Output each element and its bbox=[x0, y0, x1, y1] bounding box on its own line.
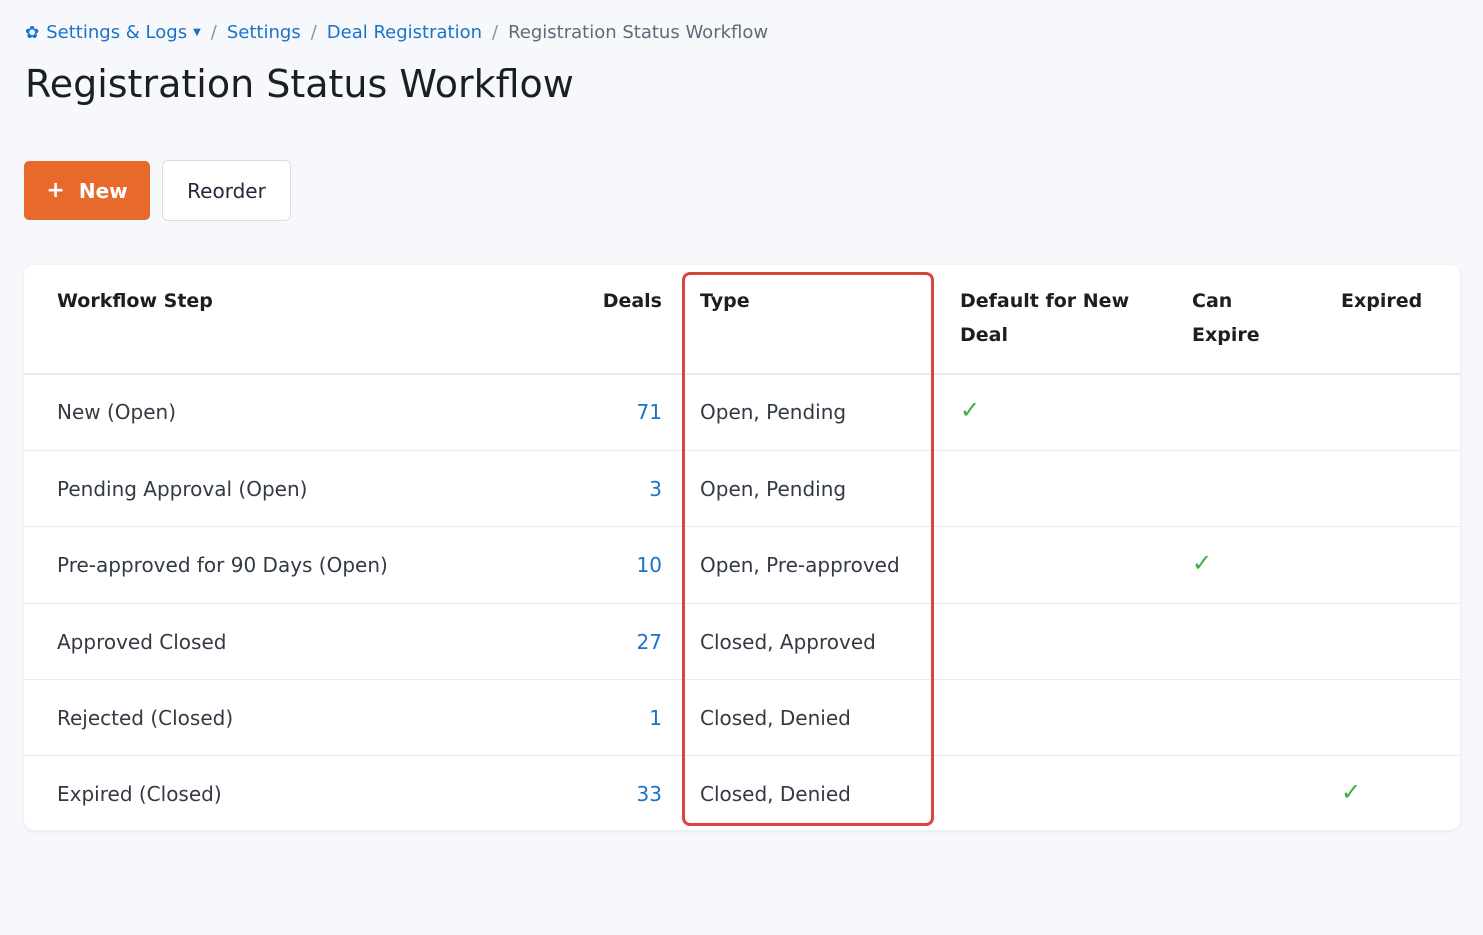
breadcrumb-settings-logs[interactable]: Settings & Logs bbox=[46, 22, 187, 43]
column-header-type[interactable]: Type bbox=[700, 284, 750, 318]
deals-count-link[interactable]: 3 bbox=[649, 477, 662, 501]
status-type: Open, Pending bbox=[700, 400, 847, 424]
check-icon: ✓ bbox=[1341, 778, 1362, 806]
status-type: Closed, Denied bbox=[700, 782, 851, 806]
workflow-step-name[interactable]: Expired (Closed) bbox=[57, 782, 222, 806]
breadcrumb-settings[interactable]: Settings bbox=[227, 22, 301, 43]
column-header-can-expire[interactable]: Can Expire bbox=[1192, 284, 1282, 352]
new-button-label: New bbox=[78, 178, 128, 203]
breadcrumb-current: Registration Status Workflow bbox=[508, 22, 769, 43]
reorder-button[interactable]: Reorder bbox=[162, 160, 291, 221]
workflow-table: Workflow Step Deals Type Default for New… bbox=[24, 265, 1460, 830]
table-row[interactable]: Pending Approval (Open) 3 Open, Pending bbox=[24, 450, 1460, 527]
deals-count-link[interactable]: 1 bbox=[649, 706, 662, 730]
breadcrumb-separator: / bbox=[492, 22, 499, 43]
table-row[interactable]: New (Open) 71 Open, Pending ✓ bbox=[24, 374, 1460, 450]
status-type: Open, Pre-approved bbox=[700, 553, 900, 577]
table-header: Workflow Step Deals Type Default for New… bbox=[24, 265, 1460, 375]
status-type: Closed, Approved bbox=[700, 630, 876, 654]
status-type: Closed, Denied bbox=[700, 706, 851, 730]
workflow-step-name[interactable]: Pending Approval (Open) bbox=[57, 477, 307, 501]
caret-down-icon[interactable]: ▼ bbox=[193, 27, 201, 38]
breadcrumb-separator: / bbox=[310, 22, 317, 43]
table-row[interactable]: Expired (Closed) 33 Closed, Denied ✓ bbox=[24, 755, 1460, 830]
table-row[interactable]: Rejected (Closed) 1 Closed, Denied bbox=[24, 679, 1460, 756]
new-button[interactable]: + New bbox=[24, 161, 150, 220]
workflow-step-name[interactable]: Pre-approved for 90 Days (Open) bbox=[57, 553, 388, 577]
breadcrumb: ✿ Settings & Logs ▼ / Settings / Deal Re… bbox=[25, 22, 768, 43]
deals-count-link[interactable]: 33 bbox=[637, 782, 662, 806]
column-header-deals[interactable]: Deals bbox=[603, 284, 662, 318]
breadcrumb-deal-registration[interactable]: Deal Registration bbox=[327, 22, 482, 43]
table-row[interactable]: Pre-approved for 90 Days (Open) 10 Open, P… bbox=[24, 526, 1460, 603]
deals-count-link[interactable]: 27 bbox=[637, 630, 662, 654]
plus-icon: + bbox=[46, 178, 65, 203]
deals-count-link[interactable]: 71 bbox=[637, 400, 662, 424]
column-header-expired[interactable]: Expired bbox=[1341, 284, 1422, 318]
page-title: Registration Status Workflow bbox=[25, 62, 574, 106]
gear-icon[interactable]: ✿ bbox=[25, 23, 39, 43]
status-type: Open, Pending bbox=[700, 477, 847, 501]
workflow-step-name[interactable]: Rejected (Closed) bbox=[57, 706, 233, 730]
column-header-default-for-new-deal[interactable]: Default for New Deal bbox=[960, 284, 1160, 352]
workflow-step-name[interactable]: Approved Closed bbox=[57, 630, 226, 654]
workflow-step-name[interactable]: New (Open) bbox=[57, 400, 176, 424]
table-row[interactable]: Approved Closed 27 Closed, Approved bbox=[24, 603, 1460, 680]
check-icon: ✓ bbox=[960, 396, 981, 424]
column-header-workflow-step[interactable]: Workflow Step bbox=[57, 284, 213, 318]
check-icon: ✓ bbox=[1192, 549, 1213, 577]
breadcrumb-separator: / bbox=[210, 22, 217, 43]
deals-count-link[interactable]: 10 bbox=[637, 553, 662, 577]
